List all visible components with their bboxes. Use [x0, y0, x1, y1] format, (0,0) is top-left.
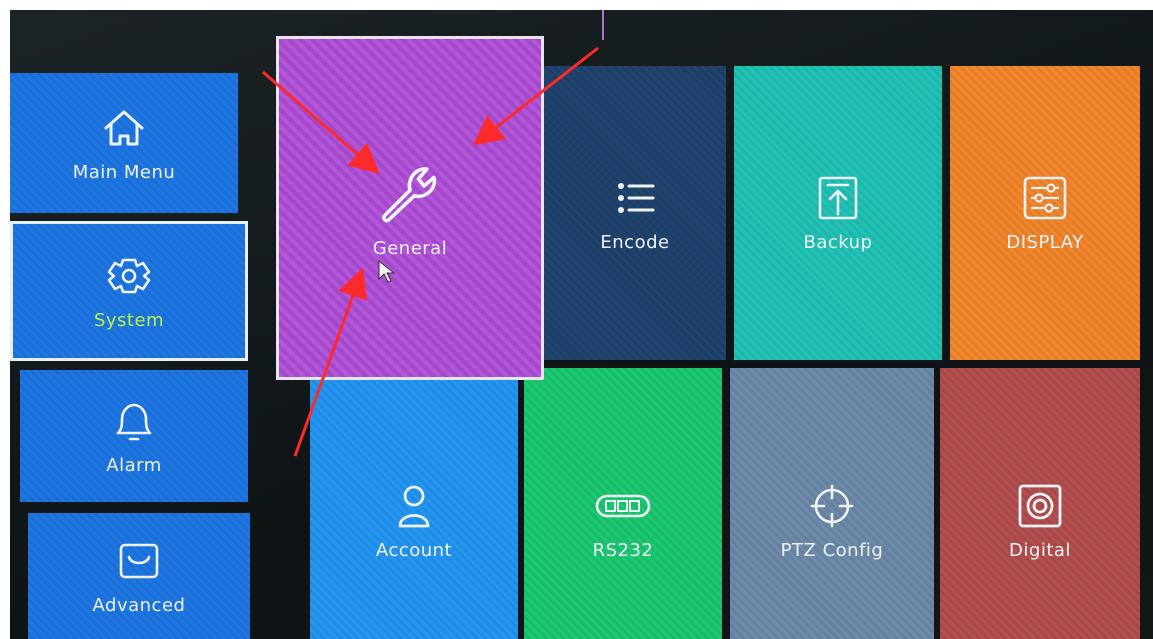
- sidebar-item-label: Alarm: [106, 454, 162, 476]
- crosshair-icon: [800, 482, 864, 530]
- home-icon: [92, 104, 156, 152]
- gear-icon: [97, 252, 161, 300]
- tile-backup[interactable]: Backup: [734, 66, 942, 360]
- tile-general[interactable]: General: [276, 36, 544, 380]
- user-icon: [382, 482, 446, 530]
- tile-label: Account: [375, 540, 453, 561]
- tile-label: Encode: [600, 231, 670, 253]
- wrench-icon: [365, 158, 455, 228]
- tile-digital[interactable]: Digital: [940, 368, 1140, 639]
- sidebar-item-system[interactable]: System: [10, 221, 248, 361]
- sidebar-item-label: System: [93, 309, 165, 331]
- sidebar-item-alarm[interactable]: Alarm: [20, 370, 248, 502]
- bag-icon: [107, 537, 171, 585]
- tile-encode[interactable]: Encode: [544, 66, 726, 360]
- tile-ptz-config[interactable]: PTZ Config: [730, 368, 934, 639]
- tile-rs232[interactable]: RS232: [524, 368, 722, 639]
- tile-display[interactable]: DISPLAY: [950, 66, 1140, 360]
- tile-label: RS232: [592, 540, 654, 561]
- mouse-cursor-icon: [378, 260, 396, 283]
- tile-label: General: [372, 237, 448, 259]
- tile-label: PTZ Config: [780, 540, 884, 561]
- tile-label: Backup: [803, 231, 873, 253]
- sliders-icon: [1013, 174, 1077, 222]
- sidebar-item-advanced[interactable]: Advanced: [28, 513, 250, 639]
- sidebar-item-label: Advanced: [92, 594, 186, 616]
- tile-label: Digital: [1009, 540, 1071, 561]
- list-icon: [603, 174, 667, 222]
- bell-icon: [102, 397, 166, 445]
- speaker-icon: [1008, 482, 1072, 530]
- upload-icon: [806, 174, 870, 222]
- serial-port-icon: [591, 482, 655, 530]
- tile-label: DISPLAY: [1006, 231, 1084, 253]
- sidebar-item-label: Main Menu: [72, 161, 176, 183]
- screen-divider-line: [602, 10, 604, 40]
- tile-account[interactable]: Account: [310, 368, 518, 639]
- sidebar-item-main-menu[interactable]: Main Menu: [10, 73, 238, 213]
